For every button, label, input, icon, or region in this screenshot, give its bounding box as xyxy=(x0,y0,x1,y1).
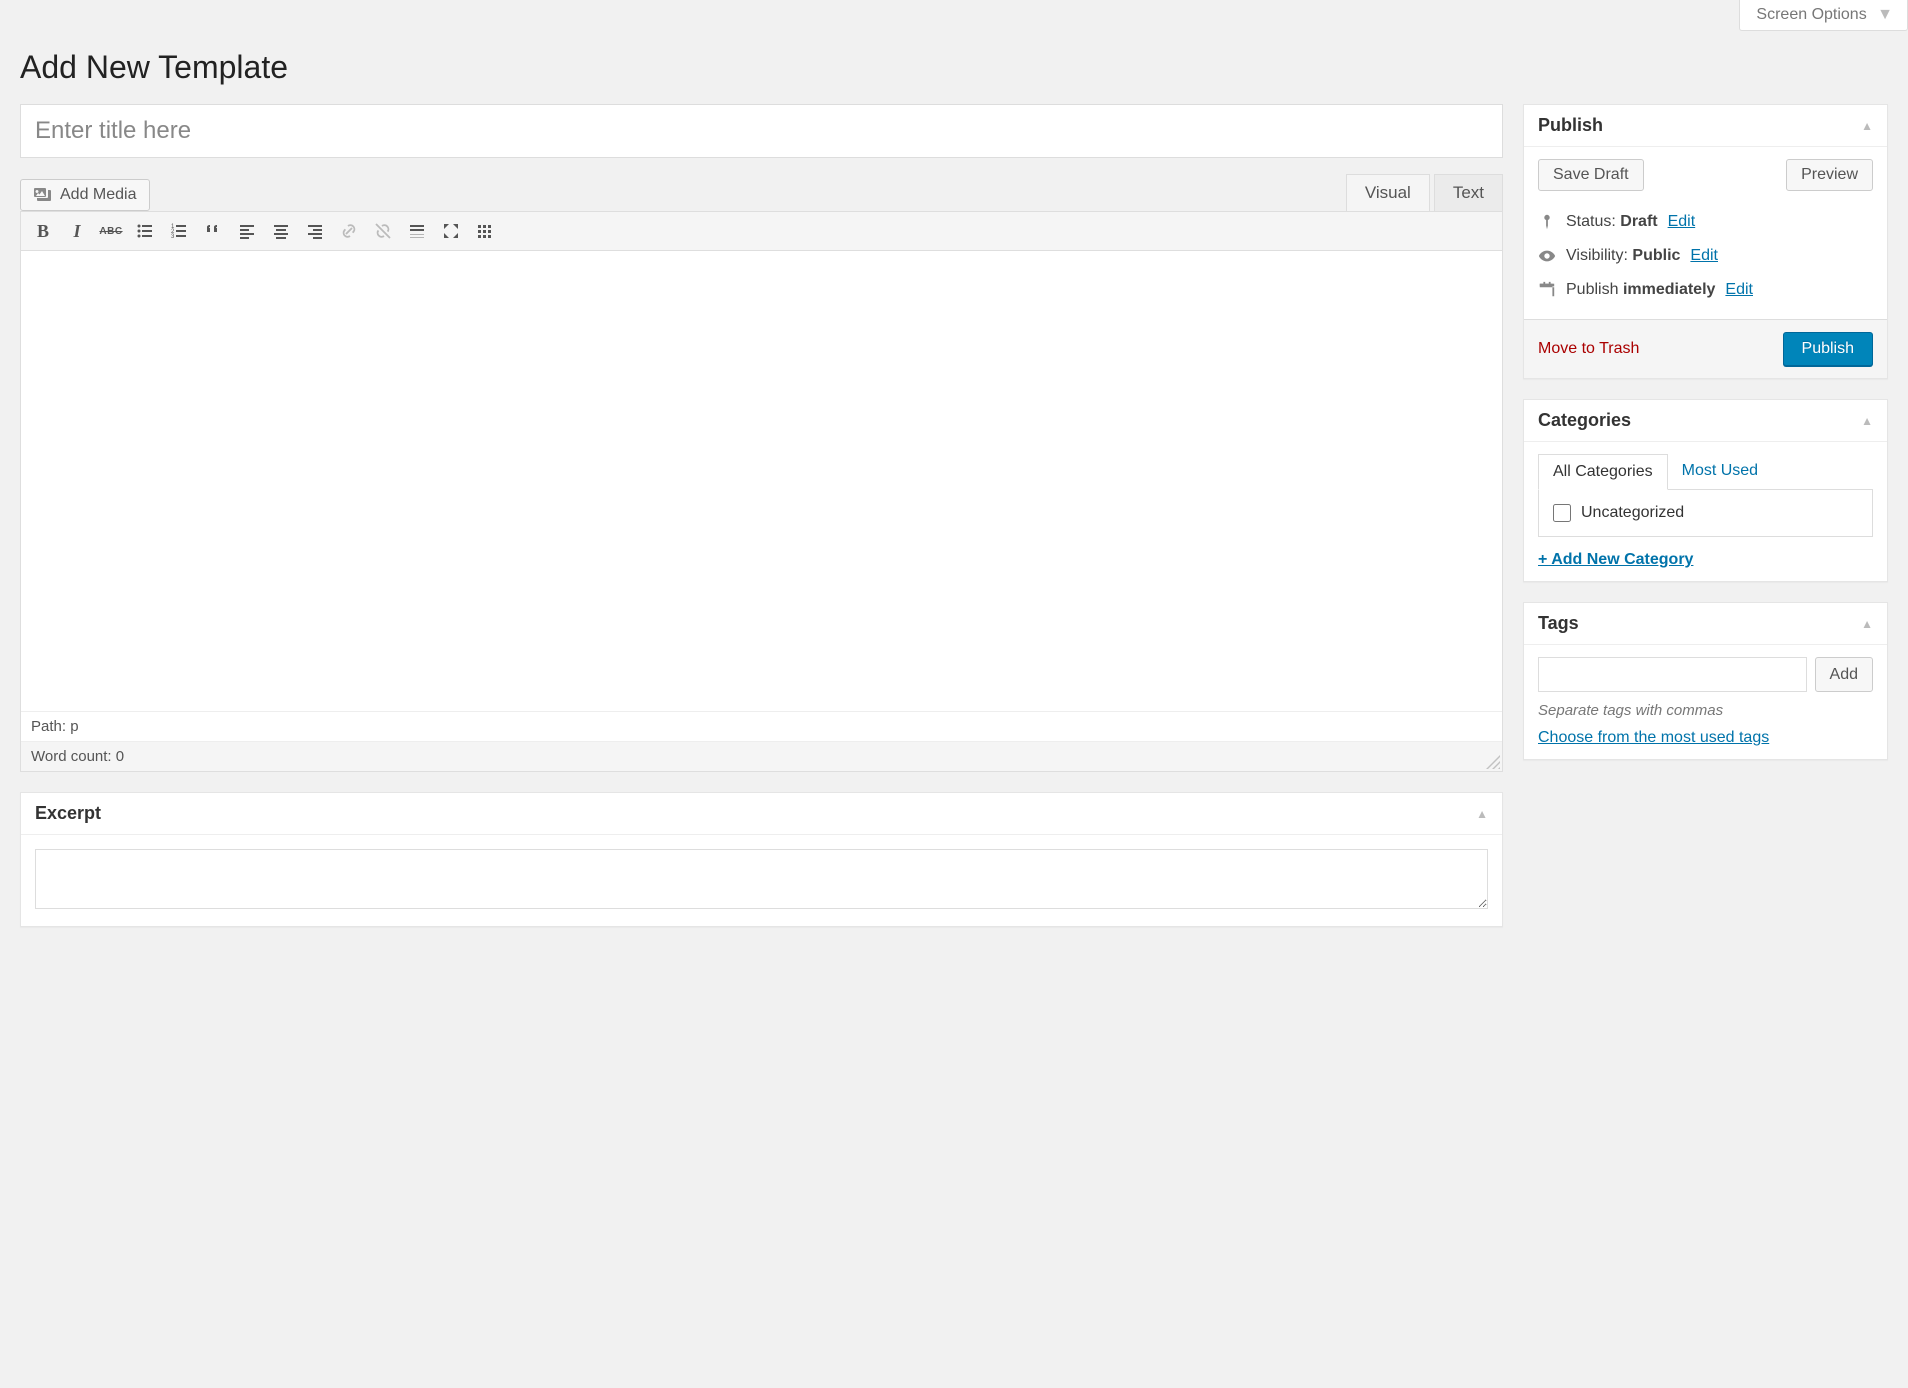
tags-panel: Tags ▲ Add Separate tags with commas Cho… xyxy=(1523,602,1888,760)
edit-visibility-link[interactable]: Edit xyxy=(1690,247,1718,265)
preview-button[interactable]: Preview xyxy=(1786,159,1873,191)
choose-tags-link[interactable]: Choose from the most used tags xyxy=(1538,729,1769,746)
resize-handle-icon[interactable] xyxy=(1486,755,1500,769)
tags-input[interactable] xyxy=(1538,657,1807,692)
tags-header[interactable]: Tags ▲ xyxy=(1524,603,1887,645)
category-item[interactable]: Uncategorized xyxy=(1553,504,1858,522)
align-right-button[interactable] xyxy=(299,216,331,246)
add-media-button[interactable]: Add Media xyxy=(20,179,150,211)
move-to-trash-link[interactable]: Move to Trash xyxy=(1538,340,1639,358)
publish-title: Publish xyxy=(1538,115,1603,136)
editor: B I ABC 123 Path: p xyxy=(20,211,1503,772)
tab-text[interactable]: Text xyxy=(1434,174,1503,211)
tab-all-categories[interactable]: All Categories xyxy=(1538,454,1668,490)
collapse-icon: ▲ xyxy=(1861,119,1873,133)
numbered-list-button[interactable]: 123 xyxy=(163,216,195,246)
pin-icon xyxy=(1538,213,1556,231)
kitchen-sink-button[interactable] xyxy=(469,216,501,246)
collapse-icon: ▲ xyxy=(1861,414,1873,428)
tab-visual[interactable]: Visual xyxy=(1346,174,1430,211)
excerpt-title: Excerpt xyxy=(35,803,101,824)
italic-button[interactable]: I xyxy=(61,216,93,246)
publish-header[interactable]: Publish ▲ xyxy=(1524,105,1887,147)
tags-title: Tags xyxy=(1538,613,1579,634)
status-row: Status: Draft Edit xyxy=(1538,205,1873,239)
categories-header[interactable]: Categories ▲ xyxy=(1524,400,1887,442)
editor-toolbar: B I ABC 123 xyxy=(21,212,1502,251)
title-input[interactable] xyxy=(20,104,1503,158)
publish-panel: Publish ▲ Save Draft Preview Status: Dra… xyxy=(1523,104,1888,379)
editor-path: Path: p xyxy=(21,711,1502,741)
page-title: Add New Template xyxy=(20,49,1888,86)
insert-more-button[interactable] xyxy=(401,216,433,246)
chevron-down-icon: ▼ xyxy=(1877,6,1893,23)
excerpt-header[interactable]: Excerpt ▲ xyxy=(21,793,1502,835)
schedule-row: Publish immediately Edit xyxy=(1538,273,1873,307)
bold-button[interactable]: B xyxy=(27,216,59,246)
edit-status-link[interactable]: Edit xyxy=(1668,213,1696,231)
category-checkbox[interactable] xyxy=(1553,504,1571,522)
publish-button[interactable]: Publish xyxy=(1783,332,1873,366)
visibility-row: Visibility: Public Edit xyxy=(1538,239,1873,273)
edit-schedule-link[interactable]: Edit xyxy=(1725,281,1753,299)
bullet-list-button[interactable] xyxy=(129,216,161,246)
category-label: Uncategorized xyxy=(1581,504,1684,522)
tags-hint: Separate tags with commas xyxy=(1538,702,1873,719)
strikethrough-button[interactable]: ABC xyxy=(95,216,127,246)
tab-most-used[interactable]: Most Used xyxy=(1668,454,1772,489)
calendar-icon xyxy=(1538,281,1556,299)
screen-options-button[interactable]: Screen Options ▼ xyxy=(1739,0,1908,31)
excerpt-panel: Excerpt ▲ xyxy=(20,792,1503,927)
svg-text:3: 3 xyxy=(171,234,175,240)
add-tag-button[interactable]: Add xyxy=(1815,657,1873,692)
categories-title: Categories xyxy=(1538,410,1631,431)
unlink-button[interactable] xyxy=(367,216,399,246)
link-button[interactable] xyxy=(333,216,365,246)
save-draft-button[interactable]: Save Draft xyxy=(1538,159,1644,191)
collapse-icon: ▲ xyxy=(1476,807,1488,821)
add-media-label: Add Media xyxy=(60,186,137,204)
eye-icon xyxy=(1538,247,1556,265)
editor-word-count: Word count: 0 xyxy=(21,741,1502,771)
editor-content[interactable] xyxy=(21,251,1502,711)
align-center-button[interactable] xyxy=(265,216,297,246)
media-icon xyxy=(33,185,53,205)
screen-options-label: Screen Options xyxy=(1756,6,1866,23)
add-new-category-link[interactable]: + Add New Category xyxy=(1538,551,1693,569)
align-left-button[interactable] xyxy=(231,216,263,246)
collapse-icon: ▲ xyxy=(1861,617,1873,631)
blockquote-button[interactable] xyxy=(197,216,229,246)
fullscreen-button[interactable] xyxy=(435,216,467,246)
categories-panel: Categories ▲ All Categories Most Used Un… xyxy=(1523,399,1888,582)
excerpt-textarea[interactable] xyxy=(35,849,1488,909)
